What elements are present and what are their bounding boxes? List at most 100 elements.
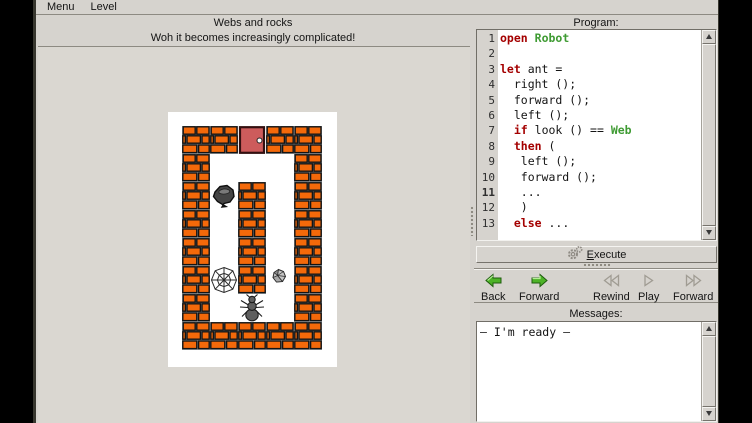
code-line: forward (); — [500, 170, 701, 185]
line-number: 7 — [477, 122, 498, 137]
messages-panel: — I'm ready — — [476, 321, 717, 422]
messages-scrollbar[interactable] — [701, 322, 716, 421]
brick-wall-tile — [182, 294, 210, 322]
arrow-right-green-icon — [530, 273, 549, 291]
scroll-up-button[interactable] — [702, 322, 716, 336]
code-token: look () == — [528, 123, 611, 137]
vertical-splitter-handle[interactable] — [470, 206, 474, 236]
code-line: if look () == Web — [500, 123, 701, 138]
brick-wall-tile — [182, 126, 210, 154]
brick-wall-tile — [238, 266, 266, 294]
code-token: left (); — [500, 154, 576, 168]
code-token: left (); — [500, 108, 569, 122]
program-label: Program: — [474, 17, 718, 29]
spider-web-sprite — [210, 266, 238, 294]
brick-wall-tile — [182, 266, 210, 294]
code-line: right (); — [500, 77, 701, 92]
code-line: then ( — [500, 139, 701, 154]
scrollbar-thumb[interactable] — [702, 44, 716, 226]
playback-toolbar: Back Forward Rewind Play Forward — [474, 268, 718, 303]
game-area — [38, 46, 470, 423]
triangle-down-icon — [706, 230, 712, 235]
code-line: else ... — [500, 216, 701, 231]
line-number: 8 — [477, 138, 498, 153]
brick-wall-tile — [182, 154, 210, 182]
code-editor[interactable]: 12345678910111213 open Robotlet ant = ri… — [476, 29, 717, 241]
line-number: 11 — [477, 184, 498, 199]
brick-wall-tile — [182, 182, 210, 210]
code-line — [500, 46, 701, 61]
keyword-token: if — [514, 123, 528, 137]
triangle-up-icon — [706, 34, 712, 39]
brick-wall-tile — [238, 322, 266, 350]
brick-wall-tile — [294, 238, 322, 266]
toolbar-button-label: Forward — [519, 291, 559, 303]
toolbar-button-label: Rewind — [593, 291, 630, 303]
triangle-up-icon — [706, 326, 712, 331]
toolbar-button-label: Back — [481, 291, 505, 303]
rewind-icon — [602, 273, 621, 291]
keyword-token: open — [500, 31, 528, 45]
arrow-left-green-icon — [484, 273, 503, 291]
brick-wall-tile — [210, 126, 238, 154]
brick-wall-tile — [238, 238, 266, 266]
brick-wall-tile — [294, 210, 322, 238]
level-title: Webs and rocks — [36, 17, 470, 29]
rewind-button[interactable]: Rewind — [591, 271, 632, 302]
fast-forward-icon — [684, 273, 703, 291]
menu-item-level[interactable]: Level — [83, 0, 125, 14]
brick-wall-tile — [182, 238, 210, 266]
code-token: ( — [542, 139, 556, 153]
code-text: open Robot let ant = right (); forward ()… — [500, 30, 701, 240]
code-line: open Robot — [500, 31, 701, 46]
line-number: 3 — [477, 61, 498, 76]
code-token: ) — [500, 200, 528, 214]
rock-large-sprite — [210, 182, 238, 210]
back-button[interactable]: Back — [479, 271, 507, 302]
code-token — [500, 216, 514, 230]
brick-wall-tile — [182, 322, 210, 350]
horizontal-splitter-handle[interactable] — [583, 263, 611, 267]
level-subtitle: Woh it becomes increasingly complicated! — [36, 32, 470, 44]
forward-step-button[interactable]: Forward — [517, 271, 561, 302]
messages-text: — I'm ready — — [480, 325, 699, 339]
brick-wall-tile — [210, 322, 238, 350]
brick-wall-tile — [294, 266, 322, 294]
line-number: 13 — [477, 215, 498, 230]
code-token: ... — [542, 216, 570, 230]
brick-wall-tile — [294, 182, 322, 210]
scrollbar-thumb[interactable] — [702, 336, 716, 407]
messages-label: Messages: — [474, 308, 718, 320]
triangle-down-icon — [706, 411, 712, 416]
line-number: 10 — [477, 169, 498, 184]
code-token — [500, 123, 514, 137]
menu-bar: MenuLevel — [36, 0, 718, 15]
forward-seek-button[interactable]: Forward — [671, 271, 715, 302]
code-token — [528, 31, 535, 45]
line-number: 12 — [477, 199, 498, 214]
brick-wall-tile — [266, 126, 294, 154]
brick-wall-tile — [294, 154, 322, 182]
code-line: let ant = — [500, 62, 701, 77]
menu-item-menu[interactable]: Menu — [39, 0, 83, 14]
scroll-down-button[interactable] — [702, 407, 716, 421]
code-token: ant = — [521, 62, 563, 76]
line-number: 5 — [477, 92, 498, 107]
execute-button-label: Execute — [587, 249, 627, 261]
code-line: forward (); — [500, 93, 701, 108]
play-icon — [641, 273, 657, 291]
application-window: MenuLevel Webs and rocks Woh it becomes … — [36, 0, 718, 423]
code-line: ) — [500, 200, 701, 215]
brick-wall-tile — [238, 182, 266, 210]
play-button[interactable]: Play — [636, 271, 661, 302]
code-token: right (); — [500, 77, 576, 91]
code-scrollbar[interactable] — [701, 30, 716, 240]
code-token — [500, 139, 514, 153]
scroll-up-button[interactable] — [702, 30, 716, 44]
execute-button[interactable]: Execute — [476, 246, 717, 263]
brick-wall-tile — [182, 210, 210, 238]
toolbar-button-label: Play — [638, 291, 659, 303]
brick-wall-tile — [238, 210, 266, 238]
scroll-down-button[interactable] — [702, 226, 716, 240]
code-line: ... — [500, 185, 701, 200]
